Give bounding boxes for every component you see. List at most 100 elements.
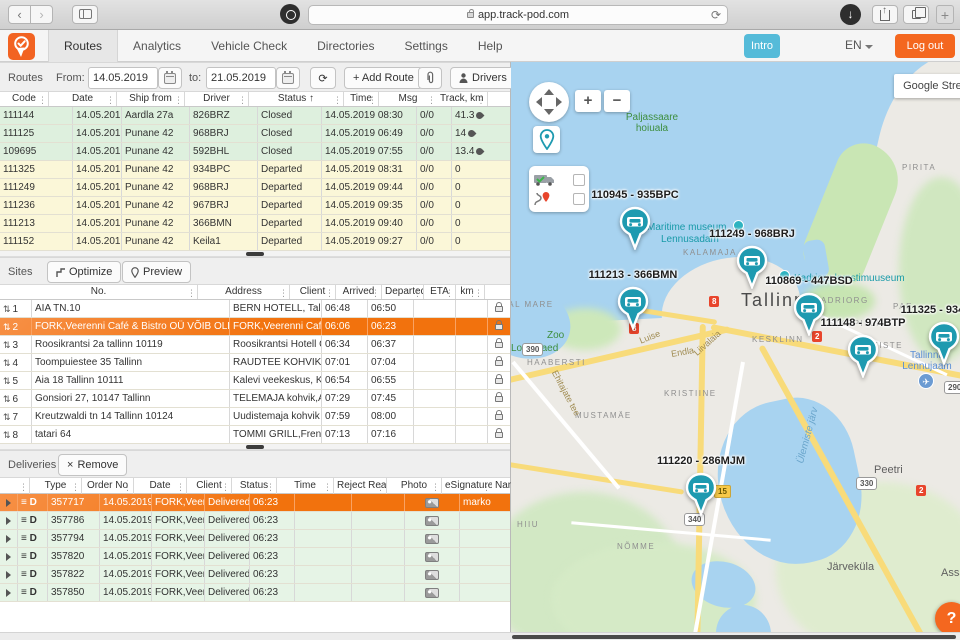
routes-column-header[interactable]: Driver — [185, 92, 249, 106]
trackpod-logo-icon[interactable] — [8, 33, 35, 60]
optimize-button[interactable]: Optimize — [47, 261, 122, 283]
deliveries-table-row[interactable]: ≡ D 357822 14.05.2019 FORK,Veer... Deliv… — [0, 566, 510, 584]
reload-icon[interactable]: ⟳ — [711, 6, 721, 24]
zoom-in-button[interactable]: + — [575, 90, 601, 112]
map[interactable]: ✈ Tallinn PIRITA KALAMAJA KADRIORG SIKUPILLI… — [511, 62, 960, 640]
sites-column-header[interactable]: Arrived — [336, 285, 382, 299]
deliveries-table-row[interactable]: ≡ D 357794 14.05.2019 FORK,Veer... Deliv… — [0, 530, 510, 548]
browser-back-button[interactable]: ‹ — [8, 5, 31, 24]
cell-esignature[interactable] — [405, 566, 460, 583]
sites-column-header[interactable]: ETA — [424, 285, 456, 299]
sites-column-header[interactable]: Departed — [382, 285, 424, 299]
deliveries-column-header[interactable]: Photo — [387, 478, 442, 494]
sites-table-row[interactable]: ⇅8 tatari 64 TOMMI GRILL,Frendo... 07:13… — [0, 426, 510, 444]
cell-esignature[interactable] — [405, 548, 460, 565]
cell-esignature[interactable] — [405, 494, 460, 511]
cell-expand[interactable] — [0, 530, 18, 547]
deliveries-table-row[interactable]: ≡ D 357820 14.05.2019 FORK,Veer... Deliv… — [0, 548, 510, 566]
share-button[interactable] — [872, 2, 898, 24]
attach-button[interactable] — [418, 67, 442, 89]
deliveries-column-header[interactable]: Time — [277, 478, 334, 494]
new-tab-button[interactable]: + — [936, 5, 954, 24]
date-from-calendar-button[interactable] — [158, 67, 182, 89]
page-hscrollbar[interactable] — [0, 632, 960, 640]
url-bar[interactable]: app.track-pod.com ⟳ — [308, 5, 728, 25]
cell-lock[interactable] — [488, 408, 510, 425]
preview-button[interactable]: Preview — [122, 261, 192, 283]
cell-lock[interactable] — [488, 354, 510, 371]
routes-column-header[interactable]: Msg — [379, 92, 437, 106]
row-sort-icon[interactable]: ⇅ — [3, 376, 11, 386]
routes-table-row[interactable]: 111325 14.05.2019 Punane 42 934BPC Depar… — [0, 161, 510, 179]
nav-tab[interactable]: Vehicle Check — [196, 30, 302, 62]
drivers-button[interactable]: Drivers — [450, 67, 516, 89]
extension-badge-icon[interactable] — [280, 4, 300, 24]
routes-table-row[interactable]: 111236 14.05.2019 Punane 42 967BRJ Depar… — [0, 197, 510, 215]
sites-table-row[interactable]: ⇅ 6 Gonsiori 27, 10147 Tallinn TELEMAJA k… — [0, 390, 510, 408]
remove-button[interactable]: × Remove — [58, 454, 128, 476]
help-button[interactable]: ? — [935, 602, 960, 635]
routes-column-header[interactable]: Date — [49, 92, 117, 106]
deliveries-table-row[interactable]: ≡ D 357850 14.05.2019 FORK,Veer... Deliv… — [0, 584, 510, 602]
deliveries-column-header[interactable]: Type — [30, 478, 82, 494]
sites-table-row[interactable]: ⇅ 7 Kreutzwaldi tn 14 Tallinn 10124 Uudis… — [0, 408, 510, 426]
map-pan-control[interactable] — [529, 82, 569, 122]
nav-tab[interactable]: Help — [463, 30, 518, 62]
deliveries-table-row[interactable]: ≡ D 357786 14.05.2019 FORK,Veer... Deliv… — [0, 512, 510, 530]
download-icon[interactable]: ↓ — [840, 4, 861, 25]
cell-lock[interactable] — [488, 300, 510, 317]
deliveries-column-header[interactable]: Status — [232, 478, 277, 494]
routes-column-header[interactable]: Ship from — [117, 92, 185, 106]
routes-table-row[interactable]: 111249 14.05.2019 Punane 42 968BRJ Depar… — [0, 179, 510, 197]
cell-lock[interactable] — [488, 336, 510, 353]
cell-lock[interactable] — [488, 426, 510, 443]
deliveries-column-header[interactable]: eSignature — [442, 478, 492, 494]
cell-expand[interactable] — [0, 584, 18, 601]
routes-column-header[interactable]: Status ↑ — [249, 92, 344, 106]
pan-left-icon[interactable] — [536, 97, 542, 107]
row-sort-icon[interactable]: ⇅ — [3, 304, 11, 314]
routes-layer-checkbox[interactable] — [573, 192, 585, 205]
airport-icon[interactable]: ✈ — [918, 373, 934, 389]
nav-tab[interactable]: Directories — [302, 30, 389, 62]
sidebar-toggle-button[interactable] — [72, 5, 98, 24]
row-sort-icon[interactable]: ⇅ — [3, 358, 11, 368]
cell-lock[interactable] — [488, 372, 510, 389]
sites-table-row[interactable]: ⇅ 2 FORK,Veerenni Café & Bistro OÜ VÕIB O… — [0, 318, 510, 336]
deliveries-column-header[interactable]: Order No — [82, 478, 134, 494]
routes-column-header[interactable]: Time — [344, 92, 379, 106]
deliveries-column-header[interactable]: Client — [187, 478, 232, 494]
browser-forward-button[interactable]: › — [30, 5, 53, 24]
map-type-button[interactable]: Google Street — [894, 74, 960, 98]
cell-lock[interactable] — [488, 318, 510, 335]
page-hscrollbar-thumb[interactable] — [512, 635, 956, 639]
pan-right-icon[interactable] — [556, 97, 562, 107]
routes-column-header[interactable]: Code — [0, 92, 49, 106]
cell-esignature[interactable] — [405, 530, 460, 547]
routes-column-header[interactable]: Track, km — [437, 92, 488, 106]
pan-down-icon[interactable] — [544, 109, 554, 115]
cell-expand[interactable] — [0, 566, 18, 583]
locate-button[interactable] — [533, 126, 560, 153]
row-sort-icon[interactable]: ⇅ — [3, 430, 11, 440]
cell-expand[interactable] — [0, 548, 18, 565]
tabs-overview-button[interactable] — [903, 5, 929, 24]
routes-table-row[interactable]: 111125 14.05.2019 Punane 42 968BRJ Close… — [0, 125, 510, 143]
logout-button[interactable]: Log out — [895, 34, 955, 58]
cell-esignature[interactable] — [405, 584, 460, 601]
sites-column-header[interactable]: Client — [290, 285, 336, 299]
sites-column-header[interactable]: km — [456, 285, 478, 299]
row-sort-icon[interactable]: ⇅ — [3, 322, 11, 332]
vehicles-layer-checkbox[interactable] — [573, 173, 585, 186]
add-route-button[interactable]: + Add Route — [344, 67, 423, 89]
deliveries-table-row[interactable]: ≡ D 357717 14.05.2019 FORK,Veer... Deliv… — [0, 494, 510, 512]
date-to-calendar-button[interactable] — [276, 67, 300, 89]
language-dropdown[interactable]: EN — [845, 38, 873, 52]
nav-tab[interactable]: Settings — [389, 30, 462, 62]
routes-table-row[interactable]: 111213 14.05.2019 Punane 42 366BMN Depar… — [0, 215, 510, 233]
date-to-input[interactable]: 21.05.2019 — [206, 67, 276, 89]
routes-table-row[interactable]: 111152 14.05.2019 Punane 42 Keila1 Depar… — [0, 233, 510, 251]
sites-column-header[interactable]: Address — [198, 285, 290, 299]
sites-table-row[interactable]: ⇅ 3 Roosikrantsi 2a tallinn 10119 Roosikr… — [0, 336, 510, 354]
cell-esignature[interactable] — [405, 512, 460, 529]
